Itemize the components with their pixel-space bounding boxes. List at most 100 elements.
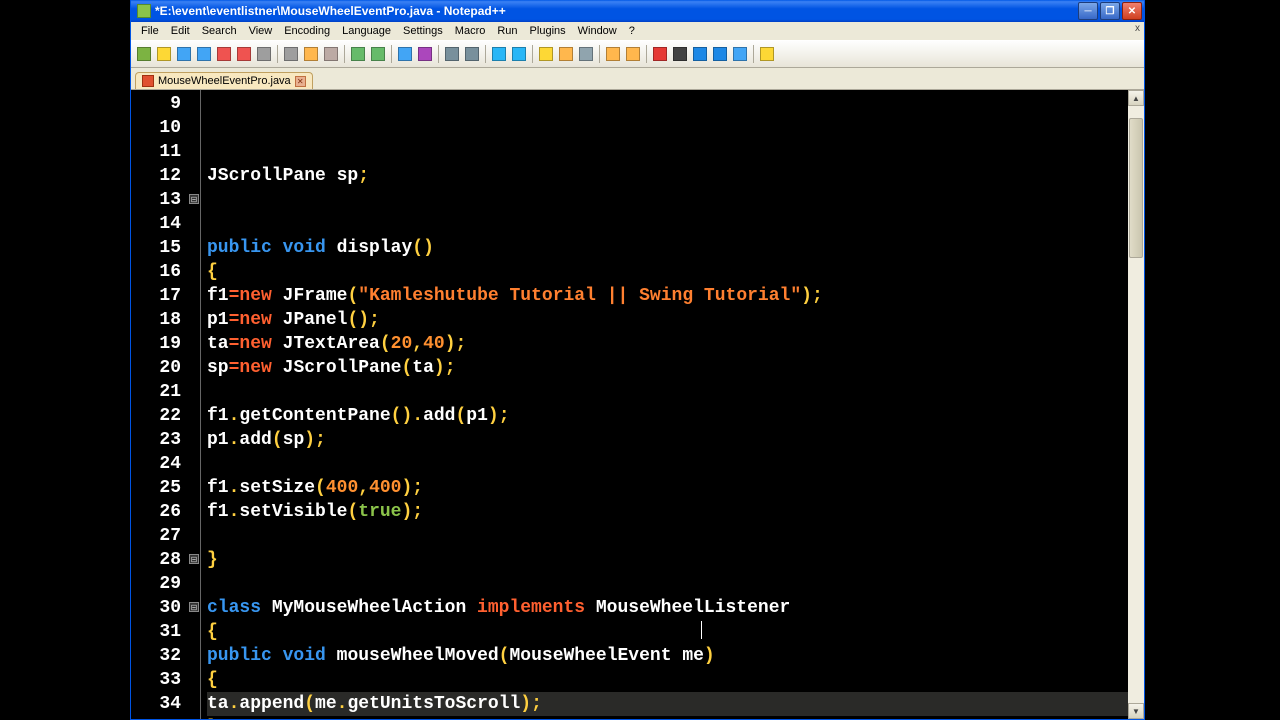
window-buttons: ─ ❐ ✕ (1078, 2, 1142, 20)
menu-edit[interactable]: Edit (165, 24, 196, 38)
menu-window[interactable]: Window (572, 24, 623, 38)
toolbar-separator (485, 45, 486, 63)
menu-file[interactable]: File (135, 24, 165, 38)
wrap-icon[interactable] (537, 45, 555, 63)
code-line[interactable] (207, 572, 1128, 596)
minimize-button[interactable]: ─ (1078, 2, 1098, 20)
save-icon[interactable] (175, 45, 193, 63)
save-all-icon[interactable] (195, 45, 213, 63)
code-line[interactable]: public void mouseWheelMoved(MouseWheelEv… (207, 644, 1128, 668)
menu-language[interactable]: Language (336, 24, 397, 38)
maximize-button[interactable]: ❐ (1100, 2, 1120, 20)
menu-settings[interactable]: Settings (397, 24, 449, 38)
doc-map-icon[interactable] (758, 45, 776, 63)
line-number-gutter: 9101112131415161718192021222324252627282… (131, 90, 189, 719)
code-line[interactable] (207, 188, 1128, 212)
scroll-up-button[interactable]: ▲ (1128, 90, 1144, 106)
code-line[interactable]: f1.setVisible(true); (207, 500, 1128, 524)
code-line[interactable] (207, 524, 1128, 548)
code-line[interactable]: { (207, 620, 1128, 644)
line-number: 14 (131, 212, 181, 236)
code-line[interactable]: p1.add(sp); (207, 428, 1128, 452)
indent-icon[interactable] (577, 45, 595, 63)
code-line[interactable]: p1=new JPanel(); (207, 308, 1128, 332)
stop-icon[interactable] (671, 45, 689, 63)
code-line[interactable] (207, 380, 1128, 404)
menubar: FileEditSearchViewEncodingLanguageSettin… (131, 22, 1144, 40)
copy-icon[interactable] (302, 45, 320, 63)
code-line[interactable]: f1.setSize(400,400); (207, 476, 1128, 500)
toolbar-separator (753, 45, 754, 63)
menu-search[interactable]: Search (196, 24, 243, 38)
code-line[interactable]: { (207, 260, 1128, 284)
menu-encoding[interactable]: Encoding (278, 24, 336, 38)
scroll-thumb[interactable] (1129, 118, 1143, 258)
line-number: 10 (131, 116, 181, 140)
code-line[interactable]: } (207, 716, 1128, 719)
scroll-track[interactable] (1128, 106, 1144, 703)
undo-icon[interactable] (349, 45, 367, 63)
redo-icon[interactable] (369, 45, 387, 63)
play-multi-icon[interactable] (711, 45, 729, 63)
new-icon[interactable] (135, 45, 153, 63)
fold-icon[interactable] (604, 45, 622, 63)
sync-h-icon[interactable] (510, 45, 528, 63)
code-line[interactable]: f1=new JFrame("Kamleshutube Tutorial || … (207, 284, 1128, 308)
record-icon[interactable] (651, 45, 669, 63)
fold-column[interactable]: ⊟ ⊟ ⊟ (189, 90, 201, 719)
fold-toggle-icon[interactable]: ⊟ (189, 602, 199, 612)
show-all-icon[interactable] (557, 45, 575, 63)
code-line[interactable]: ta=new JTextArea(20,40); (207, 332, 1128, 356)
paste-icon[interactable] (322, 45, 340, 63)
code-line[interactable]: sp=new JScrollPane(ta); (207, 356, 1128, 380)
menu-view[interactable]: View (243, 24, 279, 38)
close-icon[interactable] (215, 45, 233, 63)
zoom-out-icon[interactable] (463, 45, 481, 63)
open-icon[interactable] (155, 45, 173, 63)
unfold-icon[interactable] (624, 45, 642, 63)
menu-help[interactable]: ? (623, 24, 641, 38)
fold-toggle-icon[interactable]: ⊟ (189, 554, 199, 564)
sync-v-icon[interactable] (490, 45, 508, 63)
menu-macro[interactable]: Macro (449, 24, 492, 38)
code-line[interactable]: JScrollPane sp; (207, 164, 1128, 188)
replace-icon[interactable] (416, 45, 434, 63)
scroll-down-button[interactable]: ▼ (1128, 703, 1144, 719)
code-line[interactable]: class MyMouseWheelAction implements Mous… (207, 596, 1128, 620)
print-icon[interactable] (255, 45, 273, 63)
code-line[interactable]: ta.append(me.getUnitsToScroll); (207, 692, 1128, 716)
vertical-scrollbar[interactable]: ▲ ▼ (1128, 90, 1144, 719)
line-number: 19 (131, 332, 181, 356)
code-line[interactable]: { (207, 668, 1128, 692)
play-icon[interactable] (691, 45, 709, 63)
tab-close-icon[interactable]: ✕ (295, 76, 306, 87)
code-line[interactable] (207, 212, 1128, 236)
fold-toggle-icon[interactable]: ⊟ (189, 194, 199, 204)
code-area[interactable]: JScrollPane sp;public void display(){f1=… (201, 90, 1128, 719)
find-icon[interactable] (396, 45, 414, 63)
doc-close-x[interactable]: x (1135, 23, 1140, 34)
line-number: 16 (131, 260, 181, 284)
line-number: 28 (131, 548, 181, 572)
code-line[interactable] (207, 452, 1128, 476)
cut-icon[interactable] (282, 45, 300, 63)
zoom-in-icon[interactable] (443, 45, 461, 63)
line-number: 12 (131, 164, 181, 188)
line-number: 9 (131, 92, 181, 116)
toolbar-separator (532, 45, 533, 63)
titlebar[interactable]: *E:\event\eventlistner\MouseWheelEventPr… (131, 0, 1144, 22)
menu-plugins[interactable]: Plugins (524, 24, 572, 38)
tab-active[interactable]: MouseWheelEventPro.java ✕ (135, 72, 313, 89)
close-all-icon[interactable] (235, 45, 253, 63)
code-line[interactable]: public void display() (207, 236, 1128, 260)
line-number: 11 (131, 140, 181, 164)
line-number: 15 (131, 236, 181, 260)
line-number: 21 (131, 380, 181, 404)
code-line[interactable]: f1.getContentPane().add(p1); (207, 404, 1128, 428)
close-button[interactable]: ✕ (1122, 2, 1142, 20)
code-line[interactable]: } (207, 548, 1128, 572)
save-macro-icon[interactable] (731, 45, 749, 63)
menu-run[interactable]: Run (491, 24, 523, 38)
tab-label: MouseWheelEventPro.java (158, 75, 291, 87)
line-number: 27 (131, 524, 181, 548)
